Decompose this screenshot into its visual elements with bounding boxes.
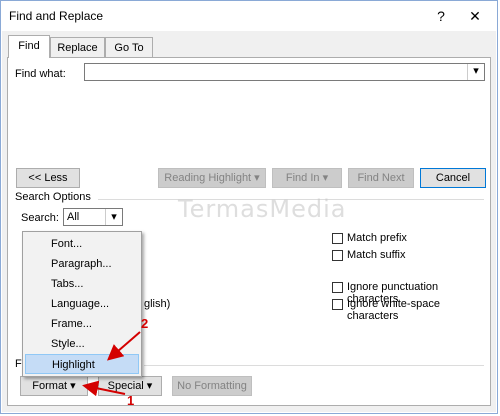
tab-find-label: Find bbox=[18, 40, 40, 52]
less-button[interactable]: << Less bbox=[16, 168, 80, 188]
no-formatting-button[interactable]: No Formatting bbox=[172, 376, 252, 396]
find-next-button[interactable]: Find Next bbox=[348, 168, 414, 188]
menu-item-highlight[interactable]: Highlight bbox=[25, 354, 139, 374]
match-suffix-label: Match suffix bbox=[347, 249, 406, 261]
dialog-title: Find and Replace bbox=[9, 9, 104, 23]
menu-item-paragraph[interactable]: Paragraph... bbox=[25, 254, 139, 274]
menu-item-style[interactable]: Style... bbox=[25, 334, 139, 354]
search-label: Search: bbox=[21, 212, 59, 224]
help-button[interactable]: ? bbox=[429, 6, 453, 26]
ignore-whitespace-label: Ignore white-space characters bbox=[347, 298, 440, 322]
tab-replace[interactable]: Replace bbox=[50, 37, 105, 57]
find-what-input[interactable]: ▾ bbox=[84, 63, 485, 81]
find-what-label: Find what: bbox=[15, 68, 66, 80]
close-button[interactable]: ✕ bbox=[463, 6, 487, 26]
chevron-down-icon[interactable]: ▾ bbox=[467, 64, 484, 80]
format-dropdown-menu: Font... Paragraph... Tabs... Language...… bbox=[22, 231, 142, 377]
ignore-punctuation-checkbox[interactable] bbox=[332, 282, 343, 293]
tab-replace-label: Replace bbox=[57, 42, 98, 54]
tab-find[interactable]: Find bbox=[8, 35, 50, 58]
sounds-like-label-partial: glish) bbox=[144, 298, 171, 310]
search-direction-value: All bbox=[67, 211, 80, 223]
ignore-whitespace-checkbox[interactable] bbox=[332, 299, 343, 310]
menu-item-tabs[interactable]: Tabs... bbox=[25, 274, 139, 294]
match-prefix-label: Match prefix bbox=[347, 232, 407, 244]
tab-goto-label: Go To bbox=[114, 42, 144, 54]
divider bbox=[144, 365, 484, 366]
menu-item-language[interactable]: Language... bbox=[25, 294, 139, 314]
menu-item-font[interactable]: Font... bbox=[25, 234, 139, 254]
search-options-heading: Search Options bbox=[15, 191, 91, 203]
annotation-label-1: 1 bbox=[127, 393, 135, 408]
match-suffix-checkbox[interactable] bbox=[332, 250, 343, 261]
menu-item-frame[interactable]: Frame... bbox=[25, 314, 139, 334]
match-prefix-checkbox[interactable] bbox=[332, 233, 343, 244]
search-direction-select[interactable]: All ▾ bbox=[63, 208, 123, 226]
find-in-button[interactable]: Find In ▾ bbox=[272, 168, 342, 188]
tab-goto[interactable]: Go To bbox=[105, 37, 153, 57]
reading-highlight-button[interactable]: Reading Highlight ▾ bbox=[158, 168, 266, 188]
title-bar: Find and Replace ? ✕ bbox=[1, 1, 497, 31]
format-button[interactable]: Format ▾ bbox=[20, 376, 88, 396]
cancel-button[interactable]: Cancel bbox=[420, 168, 486, 188]
annotation-label-2: 2 bbox=[141, 316, 149, 331]
watermark: TermasMedia bbox=[178, 195, 347, 223]
chevron-down-icon[interactable]: ▾ bbox=[105, 209, 122, 225]
